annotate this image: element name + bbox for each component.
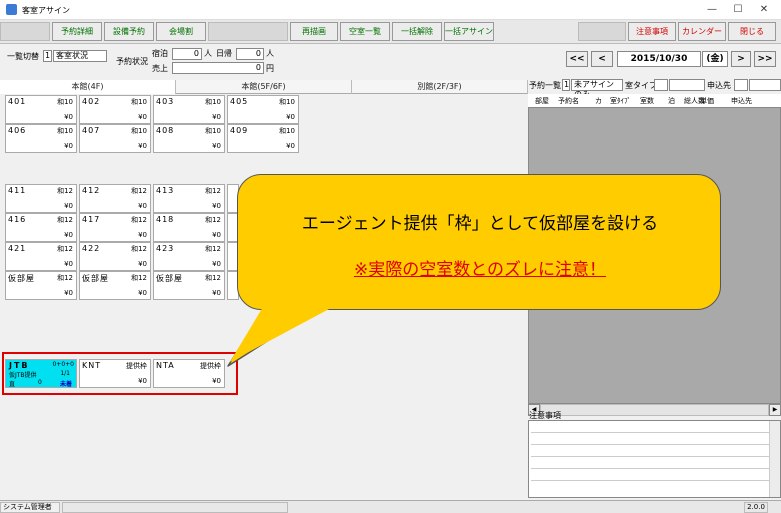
status-bar: システム管理者 2.0.0: [0, 500, 781, 513]
callout-pointer-join: [230, 308, 330, 362]
status-user: システム管理者: [0, 502, 60, 513]
status-version: 2.0.0: [744, 502, 768, 513]
status-cell: [62, 502, 288, 513]
